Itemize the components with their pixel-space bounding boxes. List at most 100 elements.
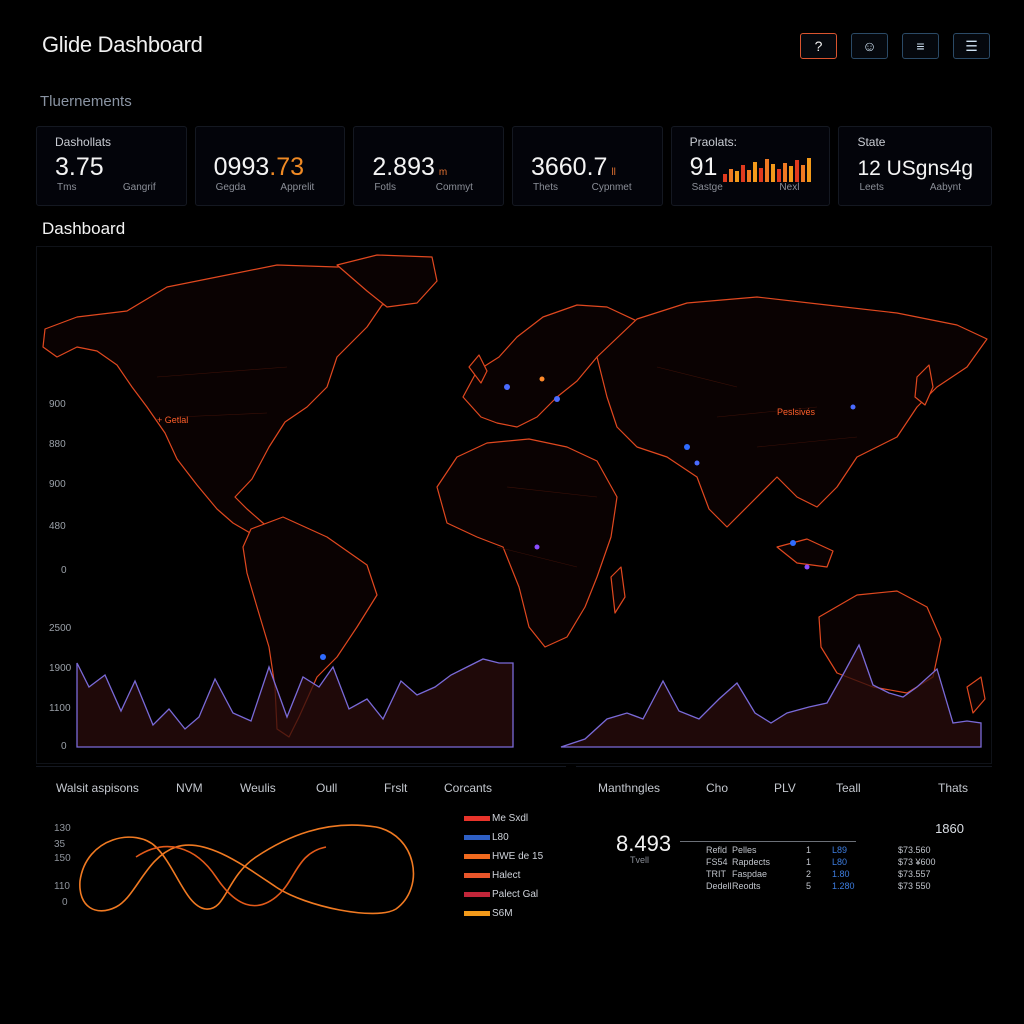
legend-swatch — [464, 892, 490, 897]
summary-value: 8.493 — [616, 831, 672, 856]
summary-table-panel: Manthngles Cho PLV Teall Thats 8.493 Tve… — [576, 766, 992, 910]
column-header: NVM — [176, 781, 203, 795]
table-row[interactable]: TRIT Faspdae 2 1.80 $73.557 — [706, 869, 968, 881]
y-tick: 0 — [62, 897, 68, 908]
spark-bar — [783, 163, 788, 182]
legend-item[interactable]: S6M — [464, 904, 543, 923]
spark-bar — [807, 158, 812, 182]
stat-foot-left: Thets — [532, 182, 558, 193]
island-indonesia — [776, 538, 834, 568]
y-tick: 1900 — [49, 663, 72, 674]
stat-foot-right: Commyt — [435, 182, 473, 193]
stat-value: 91 — [690, 153, 812, 182]
map-label[interactable]: + Getlal — [157, 415, 188, 425]
section-label: Tluernements — [40, 93, 132, 110]
y-tick: 130 — [54, 823, 71, 834]
column-header: Corcants — [444, 781, 493, 795]
stat-row: Dashollats 3.75 Tms Gangrif 0993.73 Gegda… — [36, 126, 993, 206]
legend-item[interactable]: Halect — [464, 866, 543, 885]
chart-legend: Me Sxdl L80 HWE de 15 Halect Palect Gal … — [464, 809, 543, 923]
spark-bar — [747, 170, 752, 182]
column-header: Teall — [836, 781, 861, 795]
y-tick: 35 — [54, 839, 66, 850]
stat-card[interactable]: 2.893 m Fotls Commyt — [353, 126, 504, 206]
y-tick: 480 — [49, 521, 66, 532]
stat-label: Praolats: — [689, 135, 737, 149]
y-tick: 0 — [61, 741, 67, 752]
spark-bar — [801, 165, 806, 182]
spark-bar — [777, 169, 782, 182]
spark-bar — [723, 174, 728, 182]
stat-foot-right: Gangrif — [122, 182, 156, 193]
y-tick: 880 — [49, 439, 66, 450]
spark-bar — [741, 165, 746, 182]
spark-bar — [735, 171, 740, 182]
stat-foot-left: Fotls — [374, 182, 396, 193]
stat-foot-right: Nexl — [779, 182, 800, 193]
wave-line — [79, 824, 415, 915]
user-button[interactable]: ☺ — [851, 33, 888, 59]
stat-foot-left: Tms — [57, 182, 77, 193]
stat-card[interactable]: State 12 USgns4g Leets Aabynt — [838, 126, 993, 206]
wave-chart — [79, 824, 415, 915]
spark-bar — [765, 159, 770, 182]
table-row[interactable]: Refld Pelles 1 L89 $73.560 — [706, 845, 968, 857]
stat-label — [531, 135, 644, 149]
help-icon: ? — [814, 38, 823, 54]
column-header: Frslt — [384, 781, 408, 795]
legend-item[interactable]: L80 — [464, 828, 543, 847]
stat-foot-right: Aabynt — [929, 182, 962, 193]
stat-foot-right: Cypnmet — [591, 182, 632, 193]
legend-swatch — [464, 835, 490, 840]
summary-caption: Tvell — [630, 855, 650, 865]
stat-foot-left: Gegda — [215, 182, 246, 193]
y-tick: 2500 — [49, 623, 72, 634]
table-total: 1860 — [935, 821, 964, 836]
spark-bar — [729, 169, 734, 182]
column-header: Cho — [706, 781, 729, 795]
stat-card[interactable]: 0993.73 Gegda Apprelit — [194, 126, 346, 206]
stat-card[interactable]: 3660.7 ll Thets Cypnmet — [511, 126, 663, 206]
header-actions: ? ☺ ≡ ☰ — [800, 33, 990, 59]
map-label[interactable]: Peslsivés — [777, 407, 815, 417]
legend-item[interactable]: Palect Gal — [464, 885, 543, 904]
list-button[interactable]: ≡ — [902, 33, 939, 59]
y-tick: 0 — [61, 565, 67, 576]
spark-bar — [759, 168, 764, 182]
column-header: Walsit aspisons — [56, 781, 139, 795]
stat-label: State — [857, 135, 886, 149]
stat-foot-left: Sastge — [691, 182, 723, 193]
stat-value: 0993.73 — [213, 153, 305, 181]
world-map-panel[interactable]: 900 880 900 480 0 2500 1900 1100 0 + Get… — [36, 246, 992, 764]
stat-foot-right: Apprelit — [280, 182, 315, 193]
stat-value: 12 USgns4g — [857, 157, 974, 180]
spark-bar — [789, 166, 794, 182]
legend-item[interactable]: HWE de 15 — [464, 847, 543, 866]
help-button[interactable]: ? — [800, 33, 837, 59]
wave-line — [135, 845, 327, 907]
y-tick: 900 — [49, 399, 66, 410]
stat-value: 3660.7 ll — [530, 153, 616, 181]
y-tick: 110 — [54, 881, 70, 892]
stat-value: 2.893 m — [372, 153, 448, 181]
sparkline — [723, 158, 812, 182]
column-header: Manthngles — [598, 781, 661, 795]
legend-item[interactable]: Me Sxdl — [464, 809, 543, 828]
column-header: Oull — [316, 781, 338, 795]
stat-card[interactable]: Dashollats 3.75 Tms Gangrif — [36, 126, 187, 206]
list-icon: ≡ — [916, 38, 925, 54]
continent-north-america — [42, 262, 428, 538]
legend-swatch — [464, 911, 490, 916]
table-row[interactable]: FS54 Rapdects 1 L80 $73 ¥600 — [706, 857, 968, 869]
spark-bar — [771, 164, 776, 182]
legend-swatch — [464, 816, 490, 821]
spark-bar — [753, 162, 758, 182]
column-header: Thats — [938, 781, 969, 795]
menu-button[interactable]: ☰ — [953, 33, 990, 59]
stat-label: Dashollats — [55, 135, 112, 149]
island-newzealand — [966, 676, 986, 714]
continent-australia — [818, 590, 942, 694]
stat-card[interactable]: Praolats: 91 Sastge Nexl — [670, 126, 831, 206]
table-row[interactable]: Dedell Reodts 5 1.280 $73 550 — [706, 881, 968, 893]
menu-icon: ☰ — [965, 37, 978, 54]
